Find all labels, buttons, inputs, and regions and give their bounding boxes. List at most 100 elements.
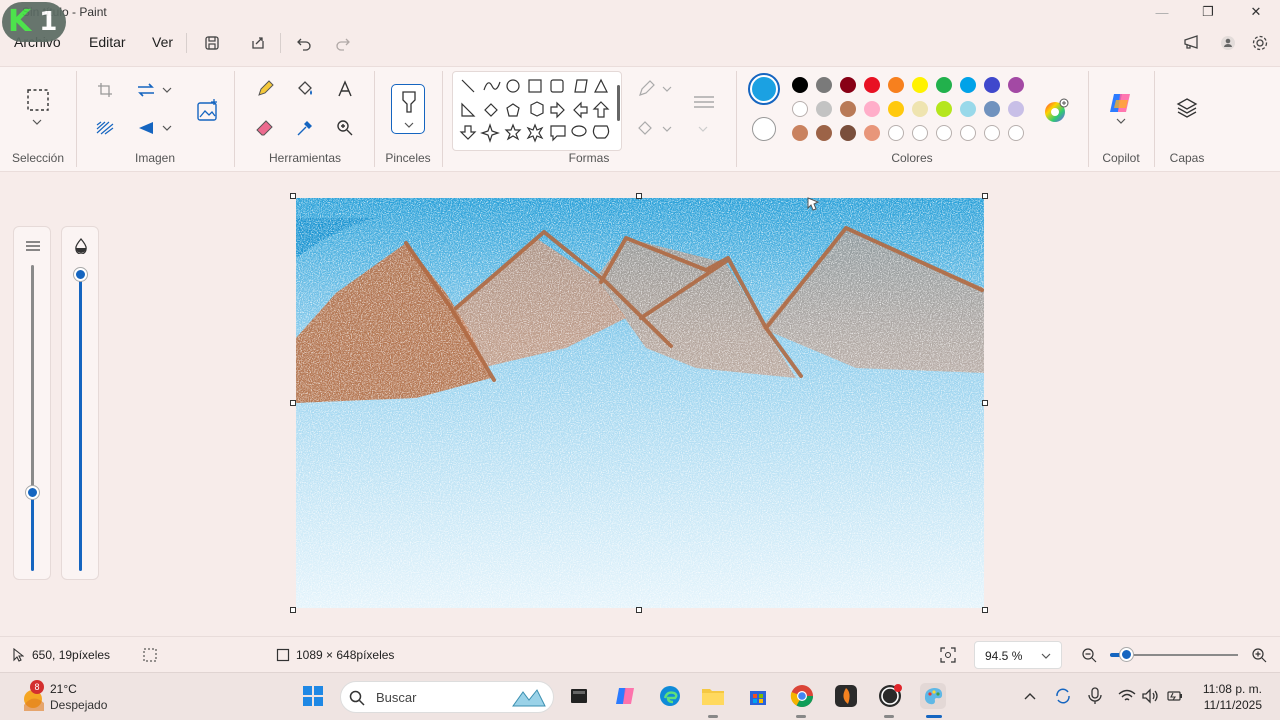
color-swatch[interactable] bbox=[960, 77, 976, 93]
resize-handle[interactable] bbox=[636, 193, 642, 199]
color-swatch[interactable] bbox=[1008, 77, 1024, 93]
resize-handle[interactable] bbox=[982, 607, 988, 613]
paint-taskbar-icon[interactable] bbox=[920, 683, 946, 709]
resize-handle[interactable] bbox=[290, 607, 296, 613]
close-button[interactable]: ✕ bbox=[1236, 2, 1276, 22]
text-icon[interactable] bbox=[333, 77, 357, 101]
color-swatch[interactable] bbox=[864, 101, 880, 117]
outline-dropdown-icon[interactable] bbox=[658, 77, 676, 101]
volume-icon[interactable] bbox=[1138, 683, 1164, 709]
edit-colors-icon[interactable] bbox=[1042, 97, 1070, 125]
account-icon[interactable] bbox=[1216, 31, 1240, 55]
resize-handle[interactable] bbox=[982, 193, 988, 199]
undo-icon[interactable] bbox=[292, 31, 316, 55]
color-swatch[interactable] bbox=[1008, 101, 1024, 117]
color-swatch[interactable] bbox=[912, 101, 928, 117]
resize-handle[interactable] bbox=[636, 607, 642, 613]
resize-dropdown-icon[interactable] bbox=[158, 78, 176, 102]
crop-icon[interactable] bbox=[93, 78, 117, 102]
select-rectangle-icon[interactable] bbox=[25, 87, 51, 113]
color-swatch[interactable] bbox=[816, 101, 832, 117]
battery-icon[interactable] bbox=[1162, 683, 1188, 709]
custom-color-slot[interactable] bbox=[960, 125, 976, 141]
flip-icon[interactable] bbox=[134, 116, 158, 140]
custom-color-slot[interactable] bbox=[888, 125, 904, 141]
maximize-button[interactable]: ❐ bbox=[1188, 2, 1228, 22]
magnifier-icon[interactable] bbox=[333, 116, 357, 140]
microphone-icon[interactable] bbox=[1082, 683, 1108, 709]
shapes-gallery[interactable] bbox=[452, 71, 622, 151]
menu-edit[interactable]: Editar bbox=[89, 34, 126, 50]
settings-icon[interactable] bbox=[1248, 31, 1272, 55]
minimize-button[interactable]: — bbox=[1142, 2, 1182, 22]
fill-bucket-icon[interactable] bbox=[293, 77, 317, 101]
secondary-color-button[interactable] bbox=[752, 117, 776, 141]
brush-size-thumb[interactable] bbox=[26, 486, 39, 499]
selection-dropdown-icon[interactable] bbox=[26, 115, 48, 129]
shape-fill-dropdown-icon[interactable] bbox=[658, 117, 676, 141]
zoom-slider-thumb[interactable] bbox=[1120, 648, 1133, 661]
pencil-icon[interactable] bbox=[253, 77, 277, 101]
zoom-out-icon[interactable] bbox=[1081, 647, 1097, 663]
color-swatch[interactable] bbox=[864, 125, 880, 141]
color-swatch[interactable] bbox=[936, 101, 952, 117]
color-swatch[interactable] bbox=[816, 77, 832, 93]
copilot-icon[interactable] bbox=[1107, 89, 1135, 117]
stroke-size-icon[interactable] bbox=[690, 91, 718, 115]
edge-icon[interactable] bbox=[657, 683, 683, 709]
custom-color-slot[interactable] bbox=[912, 125, 928, 141]
clock-time[interactable]: 11:08 p. m. bbox=[1200, 682, 1262, 696]
redo-icon[interactable] bbox=[331, 31, 355, 55]
resize-handle[interactable] bbox=[982, 400, 988, 406]
share-icon[interactable] bbox=[246, 31, 270, 55]
obs-icon[interactable] bbox=[877, 683, 903, 709]
feedback-icon[interactable] bbox=[1180, 31, 1204, 55]
custom-color-slot[interactable] bbox=[936, 125, 952, 141]
file-explorer-icon[interactable] bbox=[700, 683, 726, 709]
save-icon[interactable] bbox=[200, 31, 224, 55]
resize-handle[interactable] bbox=[290, 400, 296, 406]
drawing-canvas[interactable] bbox=[296, 198, 984, 608]
outline-icon[interactable] bbox=[634, 77, 658, 101]
color-swatch[interactable] bbox=[888, 101, 904, 117]
color-swatch[interactable] bbox=[936, 77, 952, 93]
clock-date[interactable]: 11/11/2025 bbox=[1196, 698, 1262, 712]
microsoft-store-icon[interactable] bbox=[745, 683, 771, 709]
color-swatch[interactable] bbox=[816, 125, 832, 141]
primary-color-button[interactable] bbox=[748, 73, 780, 105]
color-swatch[interactable] bbox=[840, 125, 856, 141]
show-hidden-icons-icon[interactable] bbox=[1017, 683, 1043, 709]
image-creator-icon[interactable] bbox=[195, 97, 221, 123]
color-swatch[interactable] bbox=[864, 77, 880, 93]
fit-to-window-icon[interactable] bbox=[940, 647, 956, 663]
shapes-scrollbar[interactable] bbox=[617, 85, 620, 121]
color-picker-icon[interactable] bbox=[293, 116, 317, 140]
wifi-icon[interactable] bbox=[1114, 683, 1140, 709]
color-swatch[interactable] bbox=[840, 77, 856, 93]
chrome-icon[interactable] bbox=[789, 683, 815, 709]
copilot-dropdown-icon[interactable] bbox=[1112, 115, 1130, 127]
opacity-track[interactable] bbox=[79, 275, 82, 571]
weather-widget[interactable]: 8 21°C Despejado bbox=[18, 680, 158, 713]
color-swatch[interactable] bbox=[984, 77, 1000, 93]
color-swatch[interactable] bbox=[888, 77, 904, 93]
eraser-icon[interactable] bbox=[253, 116, 277, 140]
color-swatch[interactable] bbox=[960, 101, 976, 117]
shape-fill-icon[interactable] bbox=[634, 117, 658, 141]
color-swatch[interactable] bbox=[912, 77, 928, 93]
menu-view[interactable]: Ver bbox=[152, 34, 173, 50]
task-view-icon[interactable] bbox=[566, 683, 592, 709]
fl-studio-icon[interactable] bbox=[833, 683, 859, 709]
resize-handle[interactable] bbox=[290, 193, 296, 199]
image-background-icon[interactable] bbox=[93, 116, 117, 140]
stroke-size-dropdown-icon[interactable] bbox=[694, 117, 712, 141]
color-swatch[interactable] bbox=[792, 101, 808, 117]
color-swatch[interactable] bbox=[792, 77, 808, 93]
brushes-button[interactable] bbox=[391, 84, 425, 134]
color-swatch[interactable] bbox=[984, 101, 1000, 117]
custom-color-slot[interactable] bbox=[1008, 125, 1024, 141]
color-swatch[interactable] bbox=[792, 125, 808, 141]
zoom-in-icon[interactable] bbox=[1251, 647, 1267, 663]
windows-start-icon[interactable] bbox=[300, 683, 326, 709]
color-swatch[interactable] bbox=[840, 101, 856, 117]
